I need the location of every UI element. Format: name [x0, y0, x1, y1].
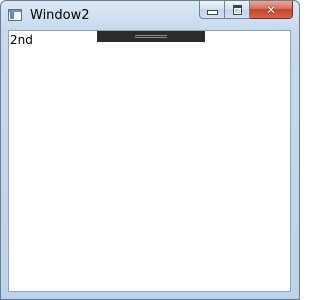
client-area: 2nd	[8, 30, 291, 292]
maximize-button[interactable]	[225, 1, 250, 19]
grip-line	[135, 37, 167, 38]
window-app-icon[interactable]	[8, 9, 22, 21]
app-window: Window2 ✕ 2nd	[0, 0, 300, 300]
content-label: 2nd	[10, 33, 33, 47]
title-bar[interactable]: Window2 ✕	[1, 1, 299, 30]
maximize-icon	[232, 4, 242, 15]
window-title: Window2	[30, 8, 90, 23]
minimize-button[interactable]	[199, 1, 225, 19]
drag-handle[interactable]	[97, 31, 205, 42]
close-icon: ✕	[265, 2, 277, 17]
grip-line	[135, 35, 167, 36]
close-button[interactable]: ✕	[250, 1, 293, 19]
caption-buttons: ✕	[199, 1, 293, 20]
minimize-icon	[206, 10, 218, 15]
